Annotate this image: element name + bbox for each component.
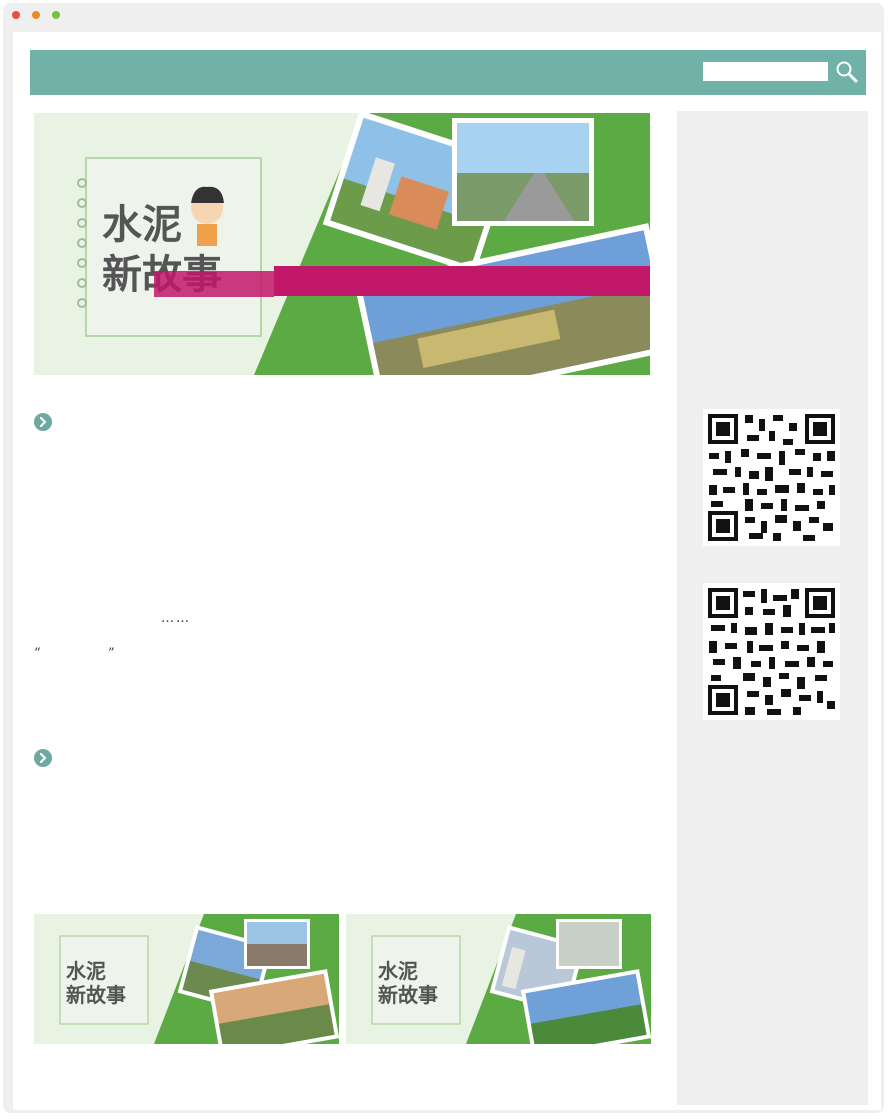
- close-window-button[interactable]: [12, 11, 20, 19]
- thumbnail-1-title-line1: 水泥: [66, 959, 106, 983]
- qr-code-1: [703, 409, 840, 546]
- page-content: 水泥 新故事: [13, 32, 881, 1110]
- qr-code-2-image: [703, 583, 840, 720]
- hero-artwork: 水泥 新故事: [34, 113, 650, 375]
- chevron-right-icon: [39, 416, 47, 428]
- thumbnail-artwork-1: 水泥 新故事: [34, 914, 339, 1044]
- qr-code-2: [703, 583, 840, 720]
- thumbnail-image-1[interactable]: 水泥 新故事: [34, 914, 339, 1044]
- search-input[interactable]: [703, 62, 828, 81]
- search-icon: [836, 61, 858, 83]
- hero-banner-image[interactable]: 水泥 新故事: [34, 113, 650, 375]
- thumbnail-2-title-line1: 水泥: [378, 959, 418, 983]
- minimize-window-button[interactable]: [32, 11, 40, 19]
- thumbnail-2-title-line2: 新故事: [378, 983, 438, 1007]
- right-sidebar: [677, 111, 868, 1105]
- header-bar: [30, 50, 866, 95]
- quote-open-text: “: [34, 646, 43, 661]
- maximize-window-button[interactable]: [52, 11, 60, 19]
- quote-close-text: ”: [108, 646, 117, 661]
- browser-window: 水泥 新故事: [3, 3, 884, 1113]
- window-titlebar: [3, 3, 884, 31]
- hero-title-line1: 水泥: [102, 202, 182, 248]
- thumbnail-image-2[interactable]: 水泥 新故事: [346, 914, 651, 1044]
- thumbnail-1-title-line2: 新故事: [66, 983, 126, 1007]
- thumbnail-artwork-2: 水泥 新故事: [346, 914, 651, 1044]
- qr-code-1-image: [703, 409, 840, 546]
- search-button[interactable]: [834, 59, 860, 85]
- chevron-right-icon: [39, 752, 47, 764]
- ellipsis-text: ……: [161, 611, 191, 626]
- section-bullet-1: [34, 413, 52, 431]
- section-bullet-2: [34, 749, 52, 767]
